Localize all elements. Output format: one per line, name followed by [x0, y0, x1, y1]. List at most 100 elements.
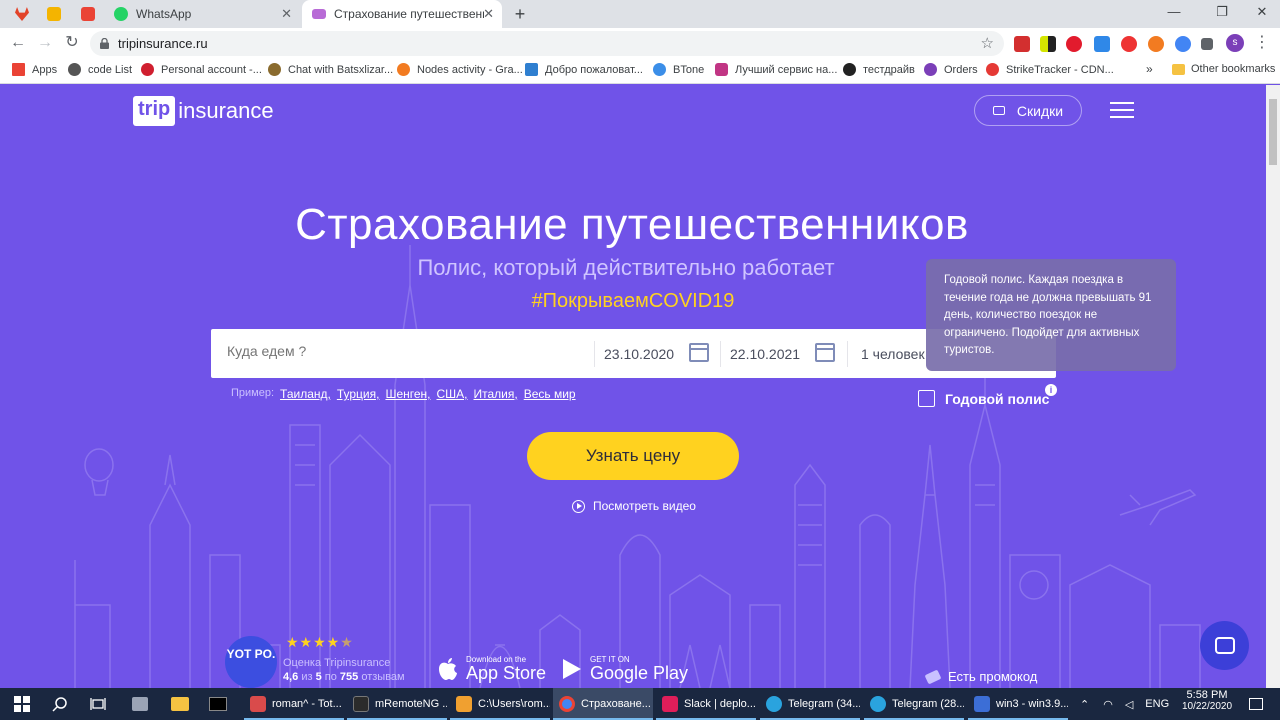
extension-icon[interactable] [1040, 36, 1056, 52]
travelers-field[interactable]: 1 человек [861, 346, 925, 362]
extension-icon[interactable] [1175, 36, 1191, 52]
github-icon [68, 63, 81, 76]
app-icon[interactable] [130, 694, 150, 714]
close-icon[interactable]: ✕ [483, 6, 494, 22]
extension-icon[interactable] [1121, 36, 1137, 52]
notifications-icon[interactable] [1246, 694, 1266, 714]
folder-icon [1172, 63, 1185, 75]
rating-summary: 4,6 из 5 по 755 отзывам [283, 671, 405, 683]
page-scrollbar[interactable] [1266, 85, 1280, 688]
taskbar-app-chrome[interactable]: Страховане... [553, 688, 653, 720]
taskbar-app-telegram-2[interactable]: Telegram (28... [864, 688, 964, 720]
example-link[interactable]: Весь мир [524, 387, 576, 401]
taskbar-app-remote[interactable]: win3 - win3.9... [968, 688, 1068, 720]
tab-tripinsurance[interactable]: Страхование путешественнико ✕ [302, 0, 502, 28]
annual-policy-checkbox[interactable] [918, 390, 935, 407]
date-from-field[interactable]: 23.10.2020 [604, 346, 674, 362]
pinned-tab-gitlab[interactable] [8, 4, 36, 24]
tray-chevron-icon[interactable]: ⌃ [1080, 698, 1089, 711]
taskbar-app-mremoteng[interactable]: mRemoteNG ... [347, 688, 447, 720]
taskbar-app-telegram-1[interactable]: Telegram (34... [760, 688, 860, 720]
calendar-icon[interactable] [815, 343, 835, 362]
google-play-badge[interactable]: GET IT ON Google Play [562, 655, 688, 682]
bookmark-star-icon[interactable]: ☆ [981, 34, 994, 52]
site-logo[interactable]: trip insurance [133, 96, 274, 126]
bookmark-favicon [268, 63, 281, 76]
download-extension-icon[interactable] [1094, 36, 1110, 52]
puzzle-icon[interactable] [1201, 38, 1213, 50]
system-clock[interactable]: 5:58 PM 10/22/2020 [1180, 689, 1234, 712]
extension-icon[interactable] [1014, 36, 1030, 52]
language-indicator[interactable]: ENG [1145, 698, 1169, 710]
example-link[interactable]: Турция, [337, 387, 380, 401]
bookmark-item[interactable]: StrikeTracker - CDN... [986, 63, 1114, 76]
extension-icon[interactable] [1148, 36, 1164, 52]
promo-code-link[interactable]: Есть промокод [924, 669, 1037, 684]
volume-icon[interactable]: ◁ [1125, 698, 1133, 711]
bookmark-item[interactable]: тестдрайв [843, 63, 915, 76]
example-link[interactable]: Италия, [474, 387, 518, 401]
taskbar-app-totalcmd[interactable]: roman^ - Tot... [244, 688, 344, 720]
bookmark-favicon [397, 63, 410, 76]
task-view-icon[interactable] [88, 694, 108, 714]
example-link[interactable]: Таиланд, [280, 387, 331, 401]
network-icon[interactable]: ◠ [1103, 698, 1113, 711]
bookmark-item[interactable]: Добро пожаловат... [525, 63, 643, 76]
hamburger-menu-icon[interactable] [1110, 102, 1134, 118]
chat-widget-button[interactable] [1200, 621, 1249, 670]
bookmark-apps[interactable]: Apps [12, 63, 57, 76]
discounts-button[interactable]: Скидки [974, 95, 1082, 126]
app-icon [353, 696, 369, 712]
extension-icon[interactable] [1066, 36, 1082, 52]
bookmark-item[interactable]: Nodes activity - Gra... [397, 63, 523, 76]
destination-input[interactable] [227, 343, 587, 359]
back-button[interactable]: ← [7, 32, 29, 54]
bookmark-item[interactable]: Chat with Batsxlizar... [268, 63, 393, 76]
date-to-field[interactable]: 22.10.2021 [730, 346, 800, 362]
bookmark-item[interactable]: Orders [924, 63, 978, 76]
bookmark-item[interactable]: Лучший сервис на... [715, 63, 837, 76]
address-bar[interactable]: tripinsurance.ru ☆ [90, 31, 1004, 56]
bookmark-item[interactable]: code List [68, 63, 132, 76]
new-tab-button[interactable]: + [510, 4, 530, 25]
reload-button[interactable]: ↻ [61, 32, 83, 54]
watch-video-link[interactable]: Посмотреть видео [572, 499, 696, 513]
pinned-tab-keep[interactable] [40, 4, 68, 24]
taskbar-app-slack[interactable]: Slack | deplo... [656, 688, 756, 720]
calendar-icon[interactable] [689, 343, 709, 362]
tab-whatsapp[interactable]: WhatsApp ✕ [104, 0, 300, 28]
forward-button[interactable]: → [34, 32, 56, 54]
annual-policy-option[interactable]: Годовой полис [918, 390, 1049, 407]
pinned-tab-mail[interactable] [74, 4, 102, 24]
rating-by: по [321, 671, 340, 683]
taskbar-app-sublime[interactable]: C:\Users\rom... [450, 688, 550, 720]
city-skyline-illustration [74, 245, 1201, 688]
bookmark-item[interactable]: Personal account -... [141, 63, 262, 76]
example-link[interactable]: Шенген, [385, 387, 430, 401]
minimize-button[interactable]: — [1164, 4, 1184, 19]
profile-avatar[interactable]: s [1226, 34, 1244, 52]
windows-start-icon[interactable] [12, 694, 32, 714]
field-divider [594, 341, 595, 367]
close-icon[interactable]: ✕ [281, 6, 292, 22]
terminal-icon[interactable] [208, 694, 228, 714]
maximize-button[interactable]: ❐ [1212, 4, 1232, 20]
info-icon[interactable]: i [1045, 384, 1057, 396]
bookmark-item[interactable]: BTone [653, 63, 704, 76]
bookmark-favicon [843, 63, 856, 76]
tab-title: Страхование путешественнико [334, 7, 484, 21]
file-explorer-icon[interactable] [170, 694, 190, 714]
get-price-button[interactable]: Узнать цену [527, 432, 739, 480]
clock-time: 5:58 PM [1186, 689, 1228, 701]
window-close-button[interactable]: ✕ [1252, 4, 1272, 20]
other-bookmarks[interactable]: Other bookmarks [1172, 63, 1275, 75]
search-icon[interactable] [50, 694, 70, 714]
app-store-badge[interactable]: Download on the App Store [438, 655, 546, 682]
bookmarks-overflow-button[interactable]: » [1146, 62, 1153, 76]
bookmark-label: Chat with Batsxlizar... [288, 63, 394, 76]
yotpo-logo[interactable]: YOT PO. [225, 636, 277, 688]
chat-icon [1214, 637, 1235, 654]
example-link[interactable]: США, [437, 387, 468, 401]
scrollbar-thumb[interactable] [1269, 99, 1277, 165]
browser-menu-icon[interactable]: ⋮ [1254, 32, 1270, 52]
